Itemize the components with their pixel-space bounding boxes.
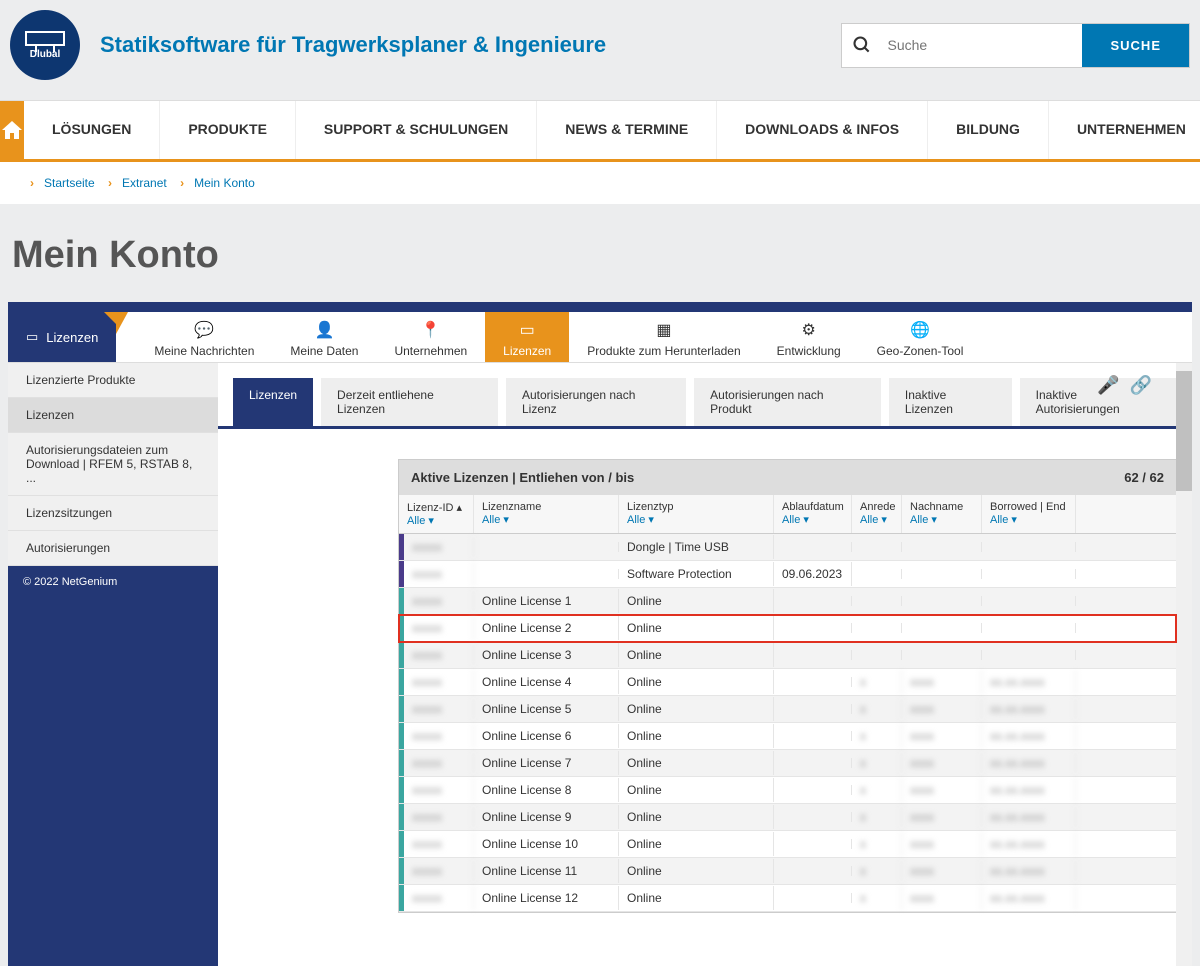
tab-nachrichten[interactable]: 💬Meine Nachrichten xyxy=(136,312,272,362)
page-title: Mein Konto xyxy=(0,204,1200,302)
logo[interactable]: Dlubal xyxy=(10,10,80,80)
sidebar-item-autorisierungsdateien[interactable]: Autorisierungsdateien zum Download | RFE… xyxy=(8,433,218,496)
scrollbar[interactable] xyxy=(1176,363,1192,966)
table-row[interactable]: xxxxxOnline License 3Online xyxy=(399,642,1176,669)
gear-icon: ⚙ xyxy=(801,320,815,340)
table-row[interactable]: xxxxxSoftware Protection09.06.2023 xyxy=(399,561,1176,588)
subtab-entliehene[interactable]: Derzeit entliehene Lizenzen xyxy=(321,378,498,426)
nav-item[interactable]: SUPPORT & SCHULUNGEN xyxy=(296,101,537,159)
nav-item[interactable]: LÖSUNGEN xyxy=(24,101,160,159)
card-icon: ▭ xyxy=(520,320,535,340)
main-nav: LÖSUNGEN PRODUKTE SUPPORT & SCHULUNGEN N… xyxy=(0,100,1200,162)
globe-icon: 🌐 xyxy=(910,320,930,340)
tab-meine-daten[interactable]: 👤Meine Daten xyxy=(272,312,376,362)
column-header[interactable]: Borrowed | EndAlle ▾ xyxy=(982,495,1076,533)
breadcrumb-link[interactable]: Extranet xyxy=(122,176,167,190)
breadcrumb-link[interactable]: Startseite xyxy=(44,176,95,190)
grid-icon: ▦ xyxy=(656,320,671,340)
subtab-lizenzen[interactable]: Lizenzen xyxy=(233,378,313,426)
tab-produkte[interactable]: ▦Produkte zum Herunterladen xyxy=(569,312,758,362)
nav-home[interactable] xyxy=(0,101,24,159)
subtab-aut-produkt[interactable]: Autorisierungen nach Produkt xyxy=(694,378,881,426)
nav-item[interactable]: UNTERNEHMEN xyxy=(1049,101,1200,159)
messages-icon: 💬 xyxy=(194,320,214,340)
sidebar-item-lizenzen[interactable]: Lizenzen xyxy=(8,398,218,433)
table-row[interactable]: xxxxxOnline License 6Onlinexxxxxxx.xx.xx… xyxy=(399,723,1176,750)
nav-item[interactable]: DOWNLOADS & INFOS xyxy=(717,101,928,159)
nav-item[interactable]: NEWS & TERMINE xyxy=(537,101,717,159)
breadcrumb: ›Startseite ›Extranet ›Mein Konto xyxy=(0,162,1200,204)
column-header[interactable]: AblaufdatumAlle ▾ xyxy=(774,495,852,533)
tagline: Statiksoftware für Tragwerksplaner & Ing… xyxy=(100,32,821,58)
table-row[interactable]: xxxxxOnline License 12Onlinexxxxxxx.xx.x… xyxy=(399,885,1176,912)
tab-lizenzen[interactable]: ▭Lizenzen xyxy=(485,312,569,362)
table-row[interactable]: xxxxxOnline License 2Online xyxy=(399,615,1176,642)
copyright: © 2022 NetGenium xyxy=(8,566,218,966)
table-row[interactable]: xxxxxOnline License 11Onlinexxxxxxx.xx.x… xyxy=(399,858,1176,885)
tab-geozonen[interactable]: 🌐Geo-Zonen-Tool xyxy=(859,312,982,362)
list-icon: ▭ xyxy=(26,329,38,345)
nav-item[interactable]: PRODUKTE xyxy=(160,101,296,159)
person-icon: 👤 xyxy=(314,320,334,340)
pin-icon: 📍 xyxy=(421,320,441,340)
column-header[interactable]: LizenztypAlle ▾ xyxy=(619,495,774,533)
breadcrumb-link[interactable]: Mein Konto xyxy=(194,176,255,190)
table-row[interactable]: xxxxxOnline License 5Onlinexxxxxxx.xx.xx… xyxy=(399,696,1176,723)
license-grid: Aktive Lizenzen | Entliehen von / bis 62… xyxy=(398,459,1177,913)
sidebar-item-lizenzierte[interactable]: Lizenzierte Produkte xyxy=(8,363,218,398)
subtab-aut-lizenz[interactable]: Autorisierungen nach Lizenz xyxy=(506,378,686,426)
subtab-inaktive-liz[interactable]: Inaktive Lizenzen xyxy=(889,378,1012,426)
table-row[interactable]: xxxxxOnline License 4Onlinexxxxxxx.xx.xx… xyxy=(399,669,1176,696)
divider xyxy=(8,302,1192,312)
nav-item[interactable]: BILDUNG xyxy=(928,101,1049,159)
table-row[interactable]: xxxxxDongle | Time USB xyxy=(399,534,1176,561)
tab-lizenzen-active[interactable]: ▭ Lizenzen xyxy=(8,312,116,362)
tab-entwicklung[interactable]: ⚙Entwicklung xyxy=(759,312,859,362)
sidebar-item-lizenzsitzungen[interactable]: Lizenzsitzungen xyxy=(8,496,218,531)
mic-icon[interactable]: 🎤 xyxy=(1097,375,1119,396)
table-row[interactable]: xxxxxOnline License 1Online xyxy=(399,588,1176,615)
sidebar: Lizenzierte Produkte Lizenzen Autorisier… xyxy=(8,363,218,966)
sub-tabs: Lizenzen Derzeit entliehene Lizenzen Aut… xyxy=(218,363,1192,429)
search-icon xyxy=(842,27,882,63)
sidebar-item-autorisierungen[interactable]: Autorisierungen xyxy=(8,531,218,566)
table-row[interactable]: xxxxxOnline License 7Onlinexxxxxxx.xx.xx… xyxy=(399,750,1176,777)
table-row[interactable]: xxxxxOnline License 10Onlinexxxxxxx.xx.x… xyxy=(399,831,1176,858)
column-header[interactable]: Lizenz-ID ▴Alle ▾ xyxy=(399,495,474,533)
grid-title: Aktive Lizenzen | Entliehen von / bis xyxy=(411,470,634,485)
tab-unternehmen[interactable]: 📍Unternehmen xyxy=(376,312,485,362)
tab-bar: ▭ Lizenzen 💬Meine Nachrichten 👤Meine Dat… xyxy=(8,312,1192,363)
grid-count: 62 / 62 xyxy=(1124,470,1164,485)
column-header[interactable]: NachnameAlle ▾ xyxy=(902,495,982,533)
column-header[interactable]: AnredeAlle ▾ xyxy=(852,495,902,533)
table-row[interactable]: xxxxxOnline License 8Onlinexxxxxxx.xx.xx… xyxy=(399,777,1176,804)
link-icon[interactable]: 🔗 xyxy=(1130,375,1152,396)
search-button[interactable]: SUCHE xyxy=(1082,24,1189,67)
table-row[interactable]: xxxxxOnline License 9Onlinexxxxxxx.xx.xx… xyxy=(399,804,1176,831)
main-panel: 🎤 🔗 Lizenzen Derzeit entliehene Lizenzen… xyxy=(218,363,1192,966)
search-input[interactable] xyxy=(882,27,1082,63)
column-header[interactable]: LizenznameAlle ▾ xyxy=(474,495,619,533)
